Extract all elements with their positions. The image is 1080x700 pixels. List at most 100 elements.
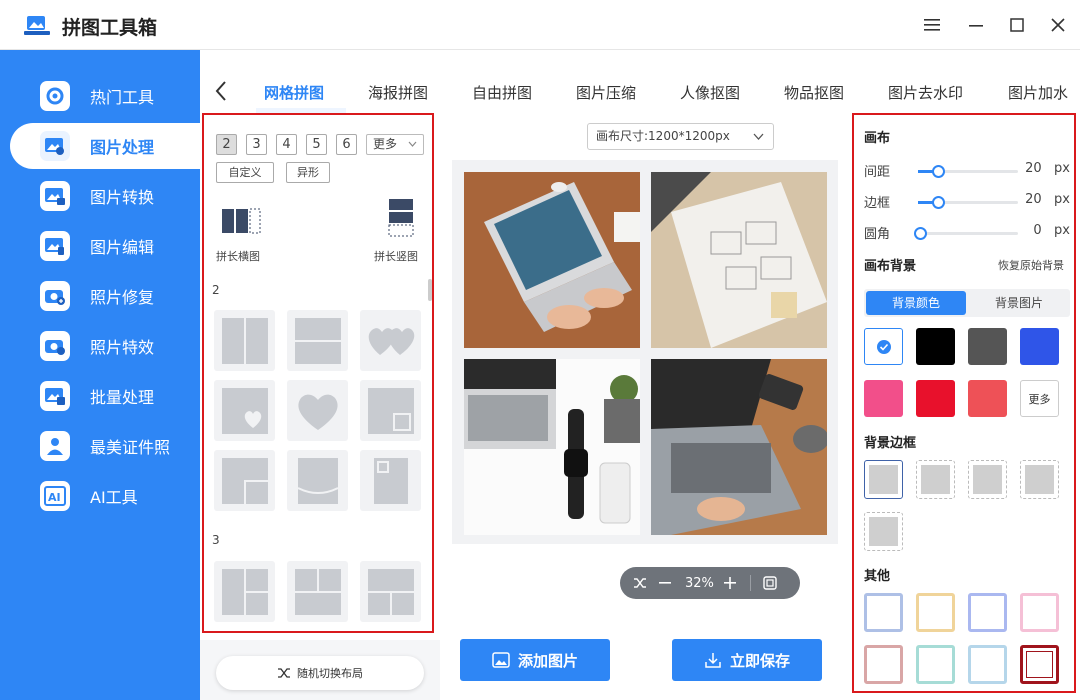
chevron-down-icon: [753, 133, 764, 140]
tab-background-color[interactable]: 背景颜色: [866, 291, 966, 315]
photo-notebook-sketches[interactable]: [651, 172, 827, 348]
add-image-button[interactable]: 添加图片: [460, 639, 610, 681]
template-2-heart[interactable]: [287, 380, 348, 441]
frame-style-rose[interactable]: [864, 645, 903, 684]
hamburger-icon[interactable]: [919, 12, 945, 38]
template-2-wave[interactable]: [287, 450, 348, 511]
background-border-title: 背景边框: [864, 436, 917, 451]
count-3-button[interactable]: 3: [246, 134, 267, 155]
tab-object-cutout[interactable]: 物品抠图: [784, 82, 844, 103]
long-horizontal-icon[interactable]: [222, 207, 262, 239]
tab-poster-collage[interactable]: 海报拼图: [368, 82, 428, 103]
spacing-slider-knob[interactable]: [932, 165, 945, 178]
tab-free-collage[interactable]: 自由拼图: [472, 82, 532, 103]
count-5-button[interactable]: 5: [306, 134, 327, 155]
count-6-button[interactable]: 6: [336, 134, 357, 155]
collage-canvas[interactable]: [452, 160, 838, 544]
border-style-stamp[interactable]: [916, 460, 955, 499]
count-2-button[interactable]: 2: [216, 134, 237, 155]
sidebar-item-photo-repair[interactable]: 照片修复: [10, 273, 200, 319]
frame-style-yellow[interactable]: [916, 593, 955, 632]
border-label: 边框: [864, 196, 891, 211]
template-2-vertical-split[interactable]: [214, 310, 275, 371]
irregular-button[interactable]: 异形: [286, 162, 330, 183]
zoom-out-icon[interactable]: [659, 577, 671, 589]
long-vertical-label[interactable]: 拼长竖图: [374, 248, 418, 264]
template-2-hearts[interactable]: [360, 310, 421, 371]
frame-style-sky[interactable]: [968, 645, 1007, 684]
border-slider[interactable]: [918, 196, 1018, 209]
random-layout-button[interactable]: 随机切换布局: [216, 656, 424, 690]
zoom-toolbar: 32%: [620, 567, 800, 599]
spacing-label: 间距: [864, 165, 891, 180]
tab-grid-collage[interactable]: 网格拼图: [264, 82, 324, 103]
spacing-slider[interactable]: [918, 165, 1018, 178]
sidebar-item-photo-effects[interactable]: 照片特效: [10, 323, 200, 369]
template-3-top-big[interactable]: [360, 561, 421, 622]
template-2-small-inset[interactable]: [360, 450, 421, 511]
template-3-bottom-big[interactable]: [287, 561, 348, 622]
photo-laptop-watch[interactable]: [464, 359, 640, 535]
back-arrow-icon[interactable]: [214, 80, 228, 106]
long-vertical-icon[interactable]: [388, 199, 414, 243]
border-style-plain[interactable]: [864, 460, 903, 499]
border-style-jagged[interactable]: [864, 512, 903, 551]
restore-background-link[interactable]: 恢复原始背景: [998, 257, 1064, 273]
template-2-square-inset[interactable]: [360, 380, 421, 441]
frame-style-pink[interactable]: [1020, 593, 1059, 632]
settings-panel: 画布 间距 20 px 边框 20 px 圆角 0 px 画布背景 恢复原始背景…: [852, 113, 1076, 693]
frame-style-dark-red[interactable]: [1020, 645, 1059, 684]
template-2-horizontal-split[interactable]: [287, 310, 348, 371]
long-horizontal-label[interactable]: 拼长横图: [216, 248, 260, 264]
color-swatch-coral[interactable]: [968, 380, 1007, 417]
sidebar-item-image-edit[interactable]: 图片编辑: [10, 223, 200, 269]
count-4-button[interactable]: 4: [276, 134, 297, 155]
custom-button[interactable]: 自定义: [216, 162, 274, 183]
tab-portrait-cutout[interactable]: 人像抠图: [680, 82, 740, 103]
tab-add-watermark[interactable]: 图片加水: [1008, 82, 1068, 103]
sidebar-item-id-photo[interactable]: 最美证件照: [10, 423, 200, 469]
maximize-icon[interactable]: [1004, 12, 1030, 38]
color-swatch-blue[interactable]: [1020, 328, 1059, 365]
more-colors-button[interactable]: 更多: [1020, 380, 1059, 417]
sidebar-item-image-convert[interactable]: 图片转换: [10, 173, 200, 219]
template-scrollbar[interactable]: [428, 279, 432, 301]
tab-remove-watermark[interactable]: 图片去水印: [888, 82, 963, 103]
color-swatch-black[interactable]: [916, 328, 955, 365]
close-icon[interactable]: [1045, 12, 1071, 38]
frame-style-teal[interactable]: [916, 645, 955, 684]
sidebar-item-hot-tools[interactable]: 热门工具: [10, 73, 200, 119]
radius-slider-knob[interactable]: [914, 227, 927, 240]
photo-laptop-desk[interactable]: [464, 172, 640, 348]
radius-slider[interactable]: [914, 227, 1018, 240]
sidebar-item-image-processing[interactable]: 图片处理: [10, 123, 200, 169]
border-style-torn[interactable]: [1020, 460, 1059, 499]
canvas-size-select[interactable]: 画布尺寸:1200*1200px: [587, 123, 774, 150]
gear-icon: [40, 81, 70, 111]
border-style-wave[interactable]: [968, 460, 1007, 499]
more-count-select[interactable]: 更多: [366, 134, 424, 155]
photo-laptop-typing[interactable]: [651, 359, 827, 535]
template-3-left-big[interactable]: [214, 561, 275, 622]
border-slider-knob[interactable]: [932, 196, 945, 209]
sidebar-item-ai-tools[interactable]: AI AI工具: [10, 473, 200, 519]
color-swatch-white[interactable]: [864, 328, 903, 365]
color-swatch-gray[interactable]: [968, 328, 1007, 365]
color-swatch-red[interactable]: [916, 380, 955, 417]
sidebar-item-batch[interactable]: 批量处理: [10, 373, 200, 419]
color-swatch-pink[interactable]: [864, 380, 903, 417]
section-3-label: 3: [212, 533, 220, 547]
frame-style-blue-floral[interactable]: [864, 593, 903, 632]
tab-image-compress[interactable]: 图片压缩: [576, 82, 636, 103]
border-style-preview: [921, 465, 950, 494]
zoom-in-icon[interactable]: [723, 577, 736, 589]
frame-style-lavender[interactable]: [968, 593, 1007, 632]
save-now-button[interactable]: 立即保存: [672, 639, 822, 681]
fit-screen-icon[interactable]: [763, 576, 777, 590]
tab-background-image[interactable]: 背景图片: [970, 291, 1068, 315]
shuffle-icon[interactable]: [633, 577, 647, 589]
template-2-corner-inset[interactable]: [214, 450, 275, 511]
radius-label: 圆角: [864, 227, 891, 242]
template-2-heart-inset[interactable]: [214, 380, 275, 441]
minimize-icon[interactable]: [963, 12, 989, 38]
